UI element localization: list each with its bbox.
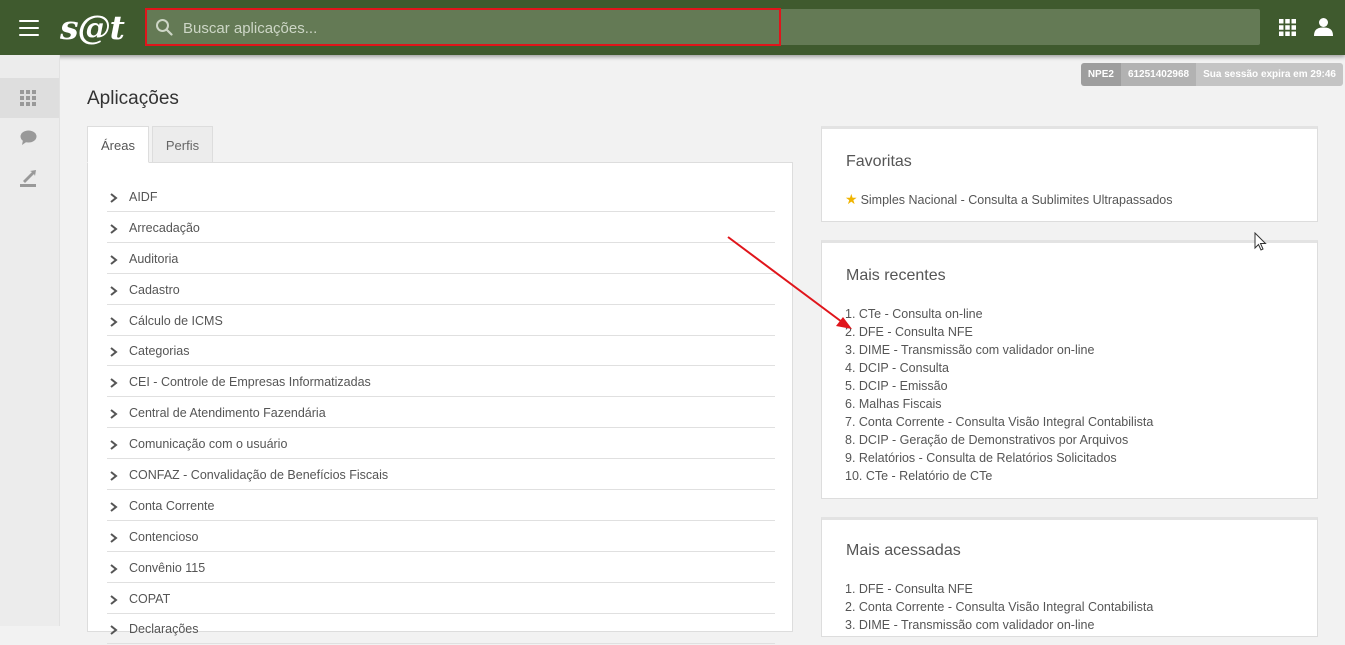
chevron-right-icon xyxy=(110,255,118,265)
area-item-label: Cálculo de ICMS xyxy=(129,313,223,328)
chevron-right-icon xyxy=(110,471,118,481)
chevron-right-icon xyxy=(110,440,118,450)
chevron-right-icon xyxy=(110,563,118,574)
recent-app-link[interactable]: 6. Malhas Fiscais xyxy=(845,395,1153,413)
area-item[interactable]: Cálculo de ICMS xyxy=(107,306,775,336)
area-item[interactable]: Categorias xyxy=(107,336,775,367)
tab-areas[interactable]: Áreas xyxy=(87,126,149,163)
recent-app-link[interactable]: 7. Conta Corrente - Consulta Visão Integ… xyxy=(845,413,1153,431)
most-accessed-app-link[interactable]: 1. DFE - Consulta NFE xyxy=(845,580,1153,598)
rail-item-messages[interactable] xyxy=(0,118,59,158)
recent-app-link[interactable]: 1. CTe - Consulta on-line xyxy=(845,305,1153,323)
area-item-label: Comunicação com o usuário xyxy=(129,437,288,452)
user-id-badge: 61251402968 xyxy=(1120,63,1197,86)
star-icon: ★ xyxy=(845,191,858,207)
area-item-label: CEI - Controle de Empresas Informatizada… xyxy=(129,375,371,390)
mouse-cursor xyxy=(1254,232,1267,251)
environment-badge: NPE2 xyxy=(1080,63,1121,86)
chevron-right-icon xyxy=(110,502,118,512)
chevron-right-icon xyxy=(110,193,118,203)
area-item[interactable]: CEI - Controle de Empresas Informatizada… xyxy=(107,367,775,398)
most-accessed-app-link[interactable]: 3. DIME - Transmissão com validador on-l… xyxy=(845,616,1153,634)
area-item-label: Auditoria xyxy=(129,251,179,266)
menu-icon[interactable] xyxy=(19,20,39,36)
area-item[interactable]: COPAT xyxy=(107,584,775,614)
chevron-right-icon xyxy=(110,224,118,234)
area-item[interactable]: Contencioso xyxy=(107,522,775,552)
area-item-label: CONFAZ - Convalidação de Benefícios Fisc… xyxy=(129,468,389,483)
session-info: NPE2 61251402968 Sua sessão expira em 29… xyxy=(1080,63,1343,86)
area-item[interactable]: Central de Atendimento Fazendária xyxy=(107,398,775,429)
chevron-right-icon xyxy=(110,378,118,389)
chevron-right-icon xyxy=(110,285,118,296)
area-item[interactable]: Arrecadação xyxy=(107,213,775,243)
recent-app-link[interactable]: 2. DFE - Consulta NFE xyxy=(845,323,1153,341)
chevron-right-icon xyxy=(110,625,118,636)
favorites-card: Favoritas ★ Simples Nacional - Consulta a… xyxy=(821,126,1318,222)
areas-panel: AIDF Arrecadação Auditoria Cadastro Cálculo … xyxy=(87,162,793,645)
recent-title: Mais recentes xyxy=(846,267,946,284)
recent-app-link[interactable]: 9. Relatórios - Consulta de Relatórios S… xyxy=(845,449,1153,467)
chevron-right-icon xyxy=(110,533,118,543)
area-item[interactable]: Declarações xyxy=(107,614,775,645)
area-item-label: Arrecadação xyxy=(129,220,200,235)
area-item[interactable]: Convênio 115 xyxy=(107,553,775,583)
most-accessed-title: Mais acessadas xyxy=(846,542,961,559)
area-item[interactable]: Conta Corrente xyxy=(107,491,775,521)
area-item[interactable]: CONFAZ - Convalidação de Benefícios Fisc… xyxy=(107,460,775,491)
most-accessed-card: Mais acessadas 1. DFE - Consulta NFE 2. C… xyxy=(821,517,1318,637)
areas-list: AIDF Arrecadação Auditoria Cadastro Cálculo … xyxy=(107,182,775,645)
rail-item-export[interactable] xyxy=(0,158,59,198)
area-item[interactable]: Comunicação com o usuário xyxy=(107,429,775,460)
chevron-right-icon xyxy=(110,347,118,358)
left-rail xyxy=(0,55,60,626)
user-icon[interactable] xyxy=(1314,17,1333,36)
favorite-item-label[interactable]: Simples Nacional - Consulta a Sublimites… xyxy=(861,193,1173,207)
area-item[interactable]: Cadastro xyxy=(107,275,775,305)
area-item-label: Central de Atendimento Fazendária xyxy=(129,406,326,421)
session-expiry-badge: Sua sessão expira em 29:46 xyxy=(1196,63,1343,86)
apps-grid-icon xyxy=(20,90,36,106)
search-highlight-box xyxy=(145,8,781,46)
chevron-right-icon xyxy=(110,594,118,605)
recent-app-link[interactable]: 10. CTe - Relatório de CTe xyxy=(845,467,1153,485)
chevron-right-icon xyxy=(110,316,118,327)
tab-perfis[interactable]: Perfis xyxy=(152,126,213,163)
page-title: Aplicações xyxy=(87,88,179,109)
recent-app-link[interactable]: 5. DCIP - Emissão xyxy=(845,377,1153,395)
area-item-label: Categorias xyxy=(129,344,190,359)
app-logo[interactable]: s@t xyxy=(60,8,125,47)
chat-icon xyxy=(20,130,37,145)
area-item-label: Cadastro xyxy=(129,282,180,297)
area-item-label: COPAT xyxy=(129,591,171,606)
area-item-label: AIDF xyxy=(129,190,158,204)
recent-app-link[interactable]: 8. DCIP - Geração de Demonstrativos por … xyxy=(845,431,1153,449)
area-item[interactable]: Auditoria xyxy=(107,244,775,274)
apps-grid-icon[interactable] xyxy=(1279,19,1296,36)
rail-item-applications[interactable] xyxy=(0,78,59,118)
area-item-label: Contencioso xyxy=(129,529,199,544)
favorites-title: Favoritas xyxy=(846,153,912,170)
most-accessed-app-link[interactable]: 2. Conta Corrente - Consulta Visão Integ… xyxy=(845,598,1153,616)
area-item-label: Declarações xyxy=(129,622,199,637)
area-item-label: Conta Corrente xyxy=(129,498,215,513)
recent-card: Mais recentes 1. CTe - Consulta on-line 2… xyxy=(821,240,1318,499)
area-item[interactable]: AIDF xyxy=(107,182,775,212)
export-icon xyxy=(20,170,36,187)
recent-app-link[interactable]: 4. DCIP - Consulta xyxy=(845,359,1153,377)
top-bar: s@t xyxy=(0,0,1345,55)
recent-app-link[interactable]: 3. DIME - Transmissão com validador on-l… xyxy=(845,341,1153,359)
area-item-label: Convênio 115 xyxy=(129,560,206,575)
chevron-right-icon xyxy=(110,409,118,420)
favorite-item[interactable]: ★ Simples Nacional - Consulta a Sublimite… xyxy=(845,190,1173,208)
